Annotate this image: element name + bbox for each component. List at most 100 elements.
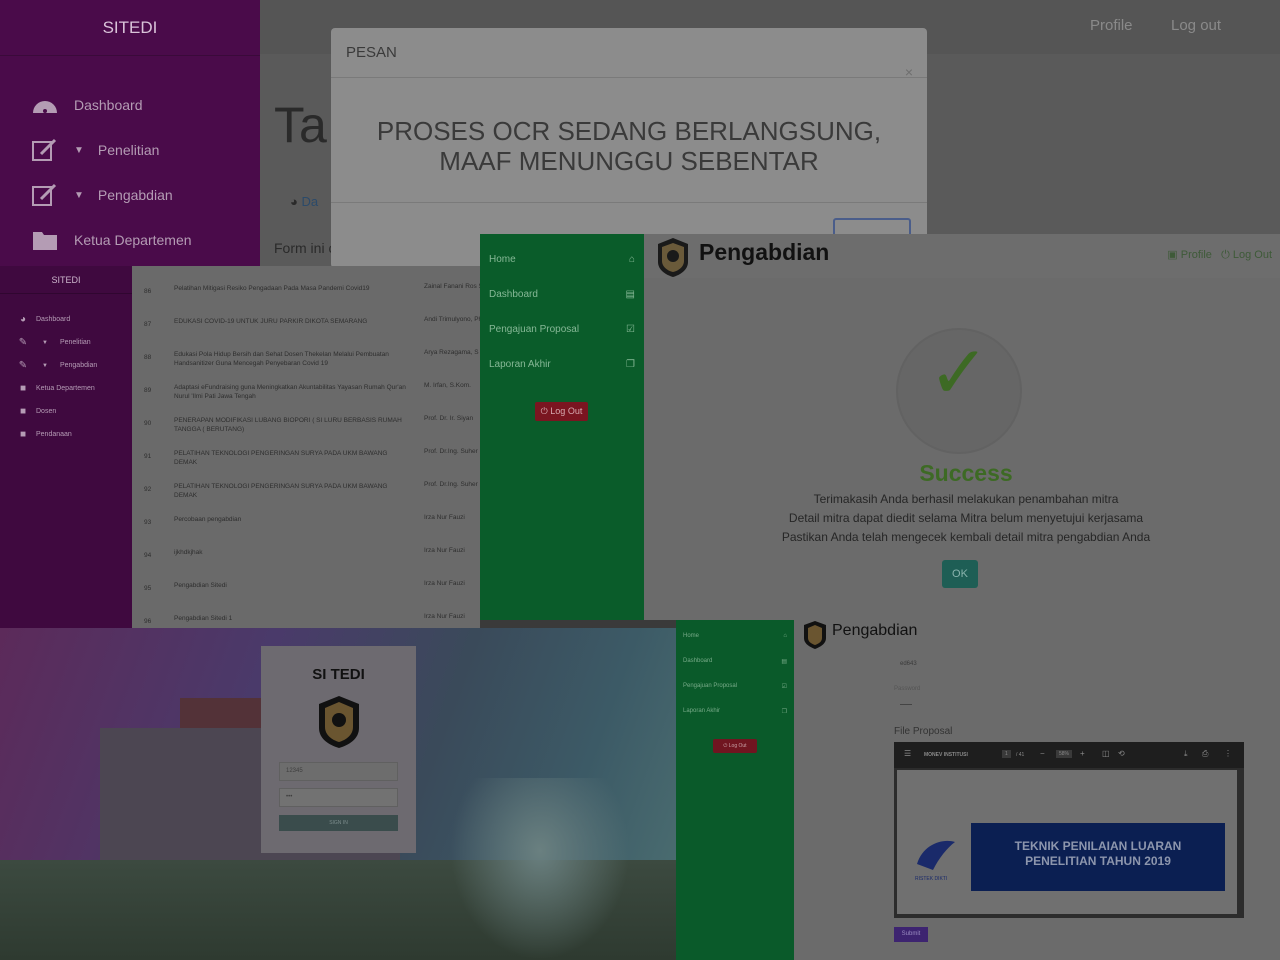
row-number: 95 bbox=[144, 585, 152, 592]
sidebar-item-dashboard[interactable]: ◕ Dashboard bbox=[16, 314, 70, 325]
submit-button[interactable]: Submit bbox=[894, 927, 928, 942]
chevron-down-icon: ▼ bbox=[74, 144, 84, 156]
ocr-modal-screen: SITEDI Dashboard ▼ Penelitian ▼ Pengabdi… bbox=[0, 0, 1280, 266]
table-row: 92 PELATIHAN TEKNOLOGI PENGERINGAN SURYA … bbox=[132, 474, 480, 507]
rotate-icon[interactable]: ⟲ bbox=[1118, 749, 1125, 758]
sidebar-item-label: Home bbox=[489, 254, 516, 265]
dashboard-icon bbox=[30, 92, 60, 118]
fit-page-icon[interactable]: ◫ bbox=[1102, 749, 1110, 758]
profile-link[interactable]: Profile bbox=[1090, 17, 1133, 34]
sidebar-item-ketua-departemen[interactable]: Ketua Departemen bbox=[30, 227, 192, 253]
sidebar-item-dashboard[interactable]: Dashboard ▤ bbox=[683, 658, 787, 665]
sidebar-item-label: Home bbox=[683, 633, 700, 639]
sidebar-item-penelitian[interactable]: ✎ ▼ Penelitian bbox=[16, 337, 91, 348]
close-icon[interactable]: × bbox=[905, 64, 913, 80]
sidebar-item-home[interactable]: Home ⌂ bbox=[489, 254, 635, 265]
login-screen: SI TEDI 12345 ••• SIGN IN bbox=[0, 628, 676, 960]
page-number-input[interactable]: 1 bbox=[1002, 750, 1011, 758]
logout-link[interactable]: Log out bbox=[1171, 17, 1221, 34]
edit-icon bbox=[30, 182, 60, 208]
sidebar-item-label: Dosen bbox=[36, 408, 57, 415]
zoom-out-icon[interactable]: − bbox=[1040, 749, 1045, 758]
page-title: Ta bbox=[274, 97, 327, 153]
profile-label: Profile bbox=[1180, 249, 1212, 261]
sidebar: Home ⌂ Dashboard ▤ Pengajuan Proposal ☑ Lap… bbox=[480, 234, 644, 620]
more-icon[interactable]: ⋮ bbox=[1224, 749, 1232, 758]
sidebar-item-label: Laporan Akhir bbox=[683, 708, 721, 714]
sidebar-item-pengajuan-proposal[interactable]: Pengajuan Proposal ☑ bbox=[683, 683, 787, 690]
row-author: Zainal Fanani Ros S.T., M.T. bbox=[424, 283, 480, 290]
sidebar-item-label: Ketua Departemen bbox=[36, 385, 95, 392]
field-value[interactable]: ed643 bbox=[900, 661, 917, 667]
print-icon[interactable]: ⎙ bbox=[1202, 749, 1208, 759]
logout-link[interactable]: ⏻ Log Out bbox=[1221, 249, 1272, 261]
profile-icon: ▣ bbox=[1167, 249, 1178, 261]
profile-link[interactable]: ▣ Profile bbox=[1167, 249, 1212, 261]
check-icon: ✓ bbox=[927, 331, 990, 414]
logout-button[interactable]: ⏻ Log Out bbox=[535, 402, 588, 421]
login-box: SI TEDI 12345 ••• SIGN IN bbox=[261, 646, 416, 853]
ok-button[interactable]: OK bbox=[942, 560, 978, 588]
sidebar-item-dashboard[interactable]: Dashboard ▤ bbox=[489, 289, 635, 300]
modal-message-line: MAAF MENUNGGU SEBENTAR bbox=[439, 146, 819, 176]
sidebar-item-label: Penelitian bbox=[59, 339, 91, 346]
pdf-title: MONEV INSTITUSI bbox=[924, 752, 968, 758]
folder-icon bbox=[30, 227, 60, 253]
row-number: 89 bbox=[144, 387, 152, 394]
sidebar-item-dosen[interactable]: ■ Dosen bbox=[16, 406, 56, 417]
page-title: Pengabdian bbox=[699, 239, 830, 265]
zoom-in-icon[interactable]: + bbox=[1080, 749, 1085, 758]
checkbox-icon: ☑ bbox=[626, 324, 635, 335]
password-field[interactable]: ••• bbox=[279, 788, 398, 807]
row-author: Irza Nur Fauzi bbox=[424, 613, 465, 620]
sidebar-item-dashboard[interactable]: Dashboard bbox=[30, 92, 143, 118]
folder-icon: ■ bbox=[19, 429, 27, 440]
sidebar-item-pendanaan[interactable]: ■ Pendanaan bbox=[16, 429, 72, 440]
table-row: 91 PELATIHAN TEKNOLOGI PENGERINGAN SURYA … bbox=[132, 441, 480, 474]
row-title: Edukasi Pola Hidup Bersih dan Sehat Dose… bbox=[174, 351, 389, 367]
sidebar-item-home[interactable]: Home ⌂ bbox=[683, 633, 787, 639]
copy-icon: ❐ bbox=[781, 709, 787, 715]
proposal-form-screen: Home ⌂ Dashboard ▤ Pengajuan Proposal ☑ Lap… bbox=[676, 620, 1280, 960]
row-author: Irza Nur Fauzi bbox=[424, 514, 465, 521]
zoom-level[interactable]: 58% bbox=[1056, 750, 1073, 758]
ristek-logo: RISTEK DIKTI bbox=[915, 840, 955, 882]
logout-label: Log Out bbox=[728, 743, 747, 749]
sign-in-button[interactable]: SIGN IN bbox=[279, 815, 398, 831]
modal-message-line: PROSES OCR SEDANG BERLANGSUNG, bbox=[376, 116, 882, 146]
page-title: Pengabdian bbox=[832, 622, 918, 639]
row-number: 88 bbox=[144, 354, 152, 361]
login-title: SI TEDI bbox=[312, 666, 365, 683]
row-number: 87 bbox=[144, 321, 152, 328]
edit-icon bbox=[30, 137, 60, 163]
row-number: 91 bbox=[144, 453, 152, 460]
sidebar-item-ketua-departemen[interactable]: ■ Ketua Departemen bbox=[16, 383, 95, 394]
table-row: 95 Pengabdian Sitedi Irza Nur Fauzi bbox=[132, 573, 480, 606]
row-number: 92 bbox=[144, 486, 152, 493]
edit-icon: ✎ bbox=[18, 337, 28, 348]
sidebar-item-label: Dashboard bbox=[36, 316, 71, 323]
message-modal: PESAN × PROSES OCR SEDANG BERLANGSUNG, M… bbox=[331, 28, 927, 266]
ristek-text: RISTEK DIKTI bbox=[915, 876, 947, 882]
sidebar-brand: SITEDI bbox=[0, 0, 260, 56]
username-field[interactable]: 12345 bbox=[279, 762, 398, 781]
logout-button[interactable]: ⏻ Log Out bbox=[713, 739, 757, 753]
sidebar: Home ⌂ Dashboard ▤ Pengajuan Proposal ☑ Lap… bbox=[676, 620, 794, 960]
password-field[interactable] bbox=[900, 704, 912, 705]
download-icon[interactable]: ⤓ bbox=[1184, 749, 1188, 759]
sidebar-item-pengajuan-proposal[interactable]: Pengajuan Proposal ☑ bbox=[489, 324, 635, 335]
chevron-down-icon: ▼ bbox=[42, 339, 48, 346]
table-row: 87 EDUKASI COVID-19 UNTUK JURU PARKIR DIK… bbox=[132, 309, 480, 342]
sidebar-item-laporan-akhir[interactable]: Laporan Akhir ❐ bbox=[683, 708, 787, 715]
sidebar-item-pengabdian[interactable]: ▼ Pengabdian bbox=[30, 182, 173, 208]
page-count: / 41 bbox=[1016, 752, 1025, 758]
success-screen: Home ⌂ Dashboard ▤ Pengajuan Proposal ☑ Lap… bbox=[480, 234, 1280, 620]
sidebar-item-laporan-akhir[interactable]: Laporan Akhir ❐ bbox=[489, 359, 635, 370]
menu-icon[interactable]: ☰ bbox=[904, 749, 911, 758]
sidebar-item-pengabdian[interactable]: ✎ ▼ Pengabdian bbox=[16, 360, 98, 371]
university-logo bbox=[658, 238, 688, 277]
sidebar-item-penelitian[interactable]: ▼ Penelitian bbox=[30, 137, 159, 163]
sidebar-item-label: Penelitian bbox=[97, 142, 160, 158]
breadcrumb-link[interactable]: Da bbox=[301, 194, 318, 209]
table-row: 94 ijkhdkjhak Irza Nur Fauzi bbox=[132, 540, 480, 573]
